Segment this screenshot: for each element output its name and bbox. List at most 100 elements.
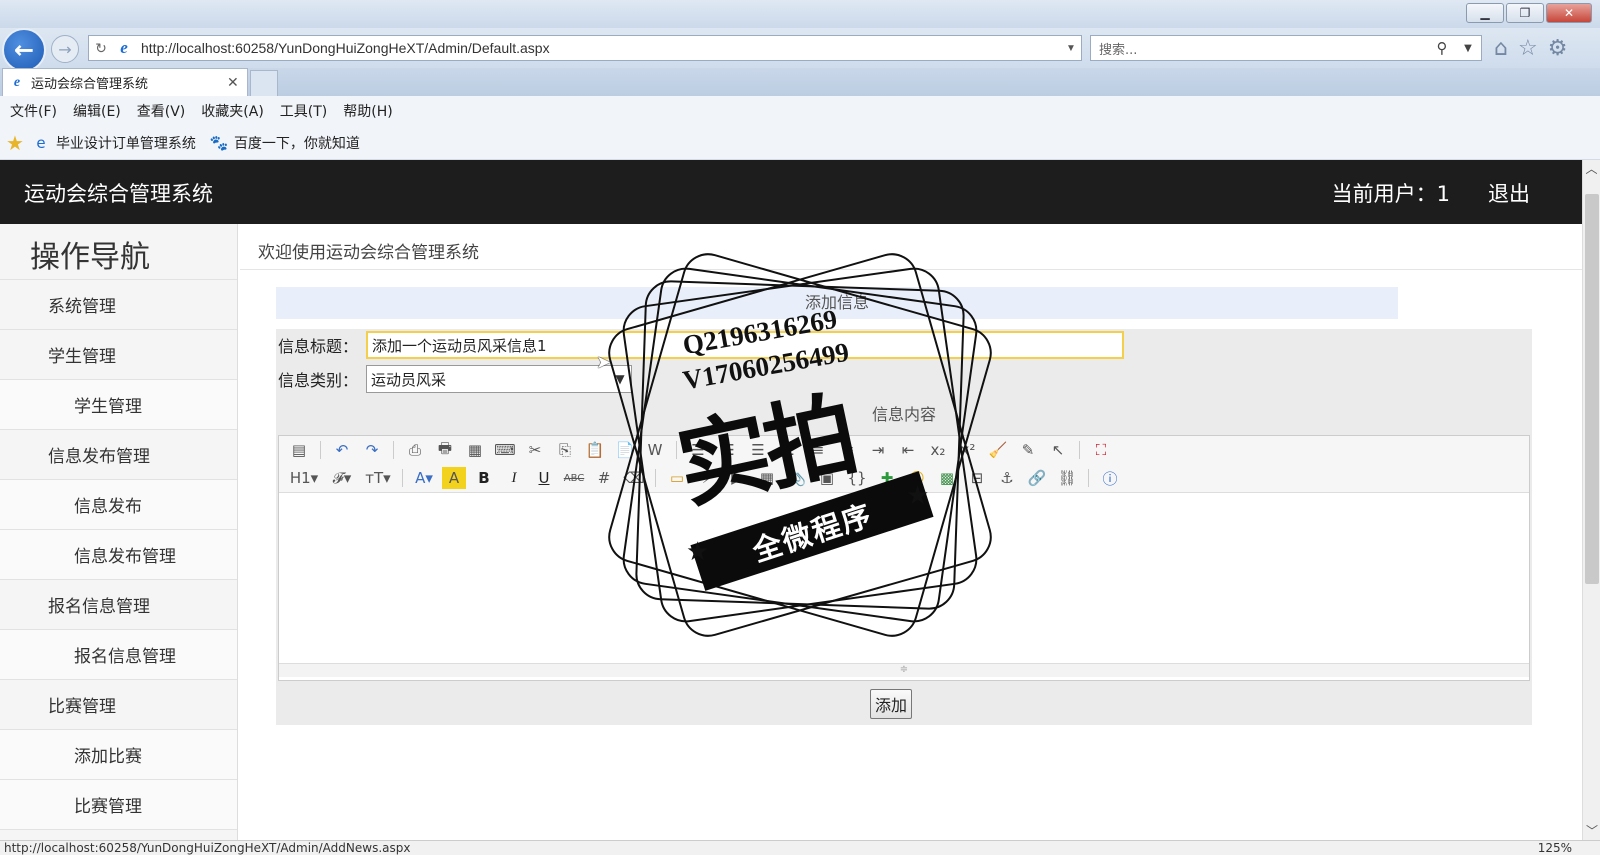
sidebar-subitem-match-add[interactable]: 添加比赛: [0, 730, 237, 780]
heading-icon[interactable]: H1▾: [287, 467, 321, 489]
menu-view[interactable]: 查看(V): [137, 101, 186, 121]
sidebar-item-signup[interactable]: 报名信息管理: [0, 580, 237, 630]
print-icon[interactable]: 🖶: [433, 439, 457, 461]
home-icon[interactable]: ⌂: [1494, 36, 1508, 61]
favorite-link-2[interactable]: 🐾 百度一下，你就知道: [208, 133, 360, 153]
format-brush-icon[interactable]: ✎: [1016, 439, 1040, 461]
table-icon[interactable]: ▦: [755, 467, 779, 489]
insert-icon[interactable]: ✚: [875, 467, 899, 489]
editor-resize-handle[interactable]: ≑: [279, 663, 1529, 677]
clear-format-icon[interactable]: 🧹: [986, 439, 1010, 461]
close-window-button[interactable]: ✕: [1546, 3, 1592, 23]
paste-word-icon[interactable]: W: [643, 439, 667, 461]
justify-icon[interactable]: ☰: [776, 439, 800, 461]
chevron-down-icon[interactable]: ▼: [1455, 43, 1481, 54]
font-color-icon[interactable]: A▾: [412, 467, 436, 489]
menu-file[interactable]: 文件(F): [10, 101, 57, 121]
bold-icon[interactable]: B: [472, 467, 496, 489]
sidebar-item-students[interactable]: 学生管理: [0, 330, 237, 380]
copy-icon[interactable]: ⎘: [553, 439, 577, 461]
search-icon[interactable]: ⚲: [1429, 39, 1455, 57]
code-block-icon[interactable]: {}: [845, 467, 869, 489]
align-left-icon[interactable]: ☰: [686, 439, 710, 461]
preview-icon[interactable]: ⎙: [403, 439, 427, 461]
favorite-link-1[interactable]: e 毕业设计订单管理系统: [30, 133, 196, 153]
ordered-list-icon[interactable]: ≡: [806, 439, 830, 461]
chevron-down-icon[interactable]: ▼: [1061, 43, 1081, 54]
favorites-star-icon[interactable]: ☆: [1518, 36, 1538, 61]
pagebreak-icon[interactable]: ⊟: [965, 467, 989, 489]
sidebar-item-news[interactable]: 信息发布管理: [0, 430, 237, 480]
unordered-list-icon[interactable]: ≡: [836, 439, 860, 461]
menu-edit[interactable]: 编辑(E): [73, 101, 121, 121]
menu-favorites[interactable]: 收藏夹(A): [201, 101, 264, 121]
eraser-icon[interactable]: ⌫: [622, 467, 646, 489]
tab-active[interactable]: e 运动会综合管理系统 ✕: [2, 68, 248, 96]
help-icon[interactable]: ⓘ: [1098, 467, 1122, 489]
sidebar-item-system[interactable]: 系统管理: [0, 280, 237, 330]
flash-icon[interactable]: ⚡: [695, 467, 719, 489]
sidebar-subitem-students[interactable]: 学生管理: [0, 380, 237, 430]
map-icon[interactable]: ▣: [815, 467, 839, 489]
code-icon[interactable]: ⌨: [493, 439, 517, 461]
image-icon[interactable]: ▭: [665, 467, 689, 489]
emoticon-icon[interactable]: ☺: [905, 467, 929, 489]
italic-icon[interactable]: I: [502, 467, 526, 489]
favorites-star-icon[interactable]: ★: [6, 131, 24, 155]
paste-icon[interactable]: 📋: [583, 439, 607, 461]
anchor-icon[interactable]: ⚓: [995, 467, 1019, 489]
logout-link[interactable]: 退出: [1488, 178, 1530, 208]
cut-icon[interactable]: ✂: [523, 439, 547, 461]
forward-button[interactable]: →: [51, 35, 79, 63]
superscript-icon[interactable]: x²: [956, 439, 980, 461]
fullscreen-icon[interactable]: ⛶: [1089, 439, 1113, 461]
title-input[interactable]: 添加一个运动员风采信息1: [366, 331, 1124, 359]
highlight-color-icon[interactable]: A: [442, 467, 466, 489]
sidebar-subitem-news-publish[interactable]: 信息发布: [0, 480, 237, 530]
undo-icon[interactable]: ↶: [330, 439, 354, 461]
unlink-icon[interactable]: ⛓: [1055, 467, 1079, 489]
sidebar-item-match[interactable]: 比赛管理: [0, 680, 237, 730]
sidebar-subitem-news-manage[interactable]: 信息发布管理: [0, 530, 237, 580]
outdent-icon[interactable]: ⇤: [896, 439, 920, 461]
font-size-icon[interactable]: тT▾: [363, 467, 393, 489]
template-icon[interactable]: ▦: [463, 439, 487, 461]
menu-tools[interactable]: 工具(T): [280, 101, 327, 121]
chevron-up-icon[interactable]: ︿: [1583, 160, 1600, 178]
align-center-icon[interactable]: ☰: [716, 439, 740, 461]
underline-icon[interactable]: U: [532, 467, 556, 489]
chevron-down-icon[interactable]: ﹀: [1583, 822, 1600, 840]
sidebar-subitem-signup-manage[interactable]: 报名信息管理: [0, 630, 237, 680]
refresh-icon[interactable]: ↻: [89, 40, 113, 57]
add-button[interactable]: 添加: [870, 689, 912, 719]
close-icon[interactable]: ✕: [227, 75, 247, 91]
category-select[interactable]: 运动员风采 ▼: [366, 365, 632, 393]
address-bar[interactable]: ↻ e http://localhost:60258/YunDongHuiZon…: [88, 35, 1082, 61]
hr-icon[interactable]: #: [592, 467, 616, 489]
sidebar-subitem-match-manage[interactable]: 比赛管理: [0, 780, 237, 830]
indent-icon[interactable]: ⇥: [866, 439, 890, 461]
vertical-scrollbar[interactable]: ︿ ﹀: [1582, 160, 1600, 840]
chevron-down-icon[interactable]: ▼: [609, 372, 631, 386]
source-icon[interactable]: ▤: [287, 439, 311, 461]
back-button[interactable]: ←: [2, 28, 46, 72]
scroll-thumb[interactable]: [1585, 194, 1599, 584]
link-icon[interactable]: 🔗: [1025, 467, 1049, 489]
minimize-button[interactable]: ▁: [1466, 3, 1504, 23]
gear-icon[interactable]: ⚙: [1548, 36, 1568, 61]
picture-icon[interactable]: ▩: [935, 467, 959, 489]
search-input[interactable]: 搜索... ⚲ ▼: [1090, 35, 1482, 61]
media-icon[interactable]: ▶: [725, 467, 749, 489]
redo-icon[interactable]: ↷: [360, 439, 384, 461]
font-family-icon[interactable]: 𝓕▾: [327, 467, 357, 489]
menu-help[interactable]: 帮助(H): [343, 101, 392, 121]
editor-body[interactable]: [279, 493, 1529, 663]
zoom-level[interactable]: 125%: [1538, 841, 1572, 855]
url-text[interactable]: http://localhost:60258/YunDongHuiZongHeX…: [141, 40, 1061, 56]
restore-button[interactable]: ❐: [1506, 3, 1544, 23]
align-right-icon[interactable]: ☰: [746, 439, 770, 461]
subscript-icon[interactable]: x₂: [926, 439, 950, 461]
select-all-icon[interactable]: ↖: [1046, 439, 1070, 461]
strikethrough-icon[interactable]: ABC: [562, 467, 586, 489]
new-tab-button[interactable]: [250, 70, 278, 96]
